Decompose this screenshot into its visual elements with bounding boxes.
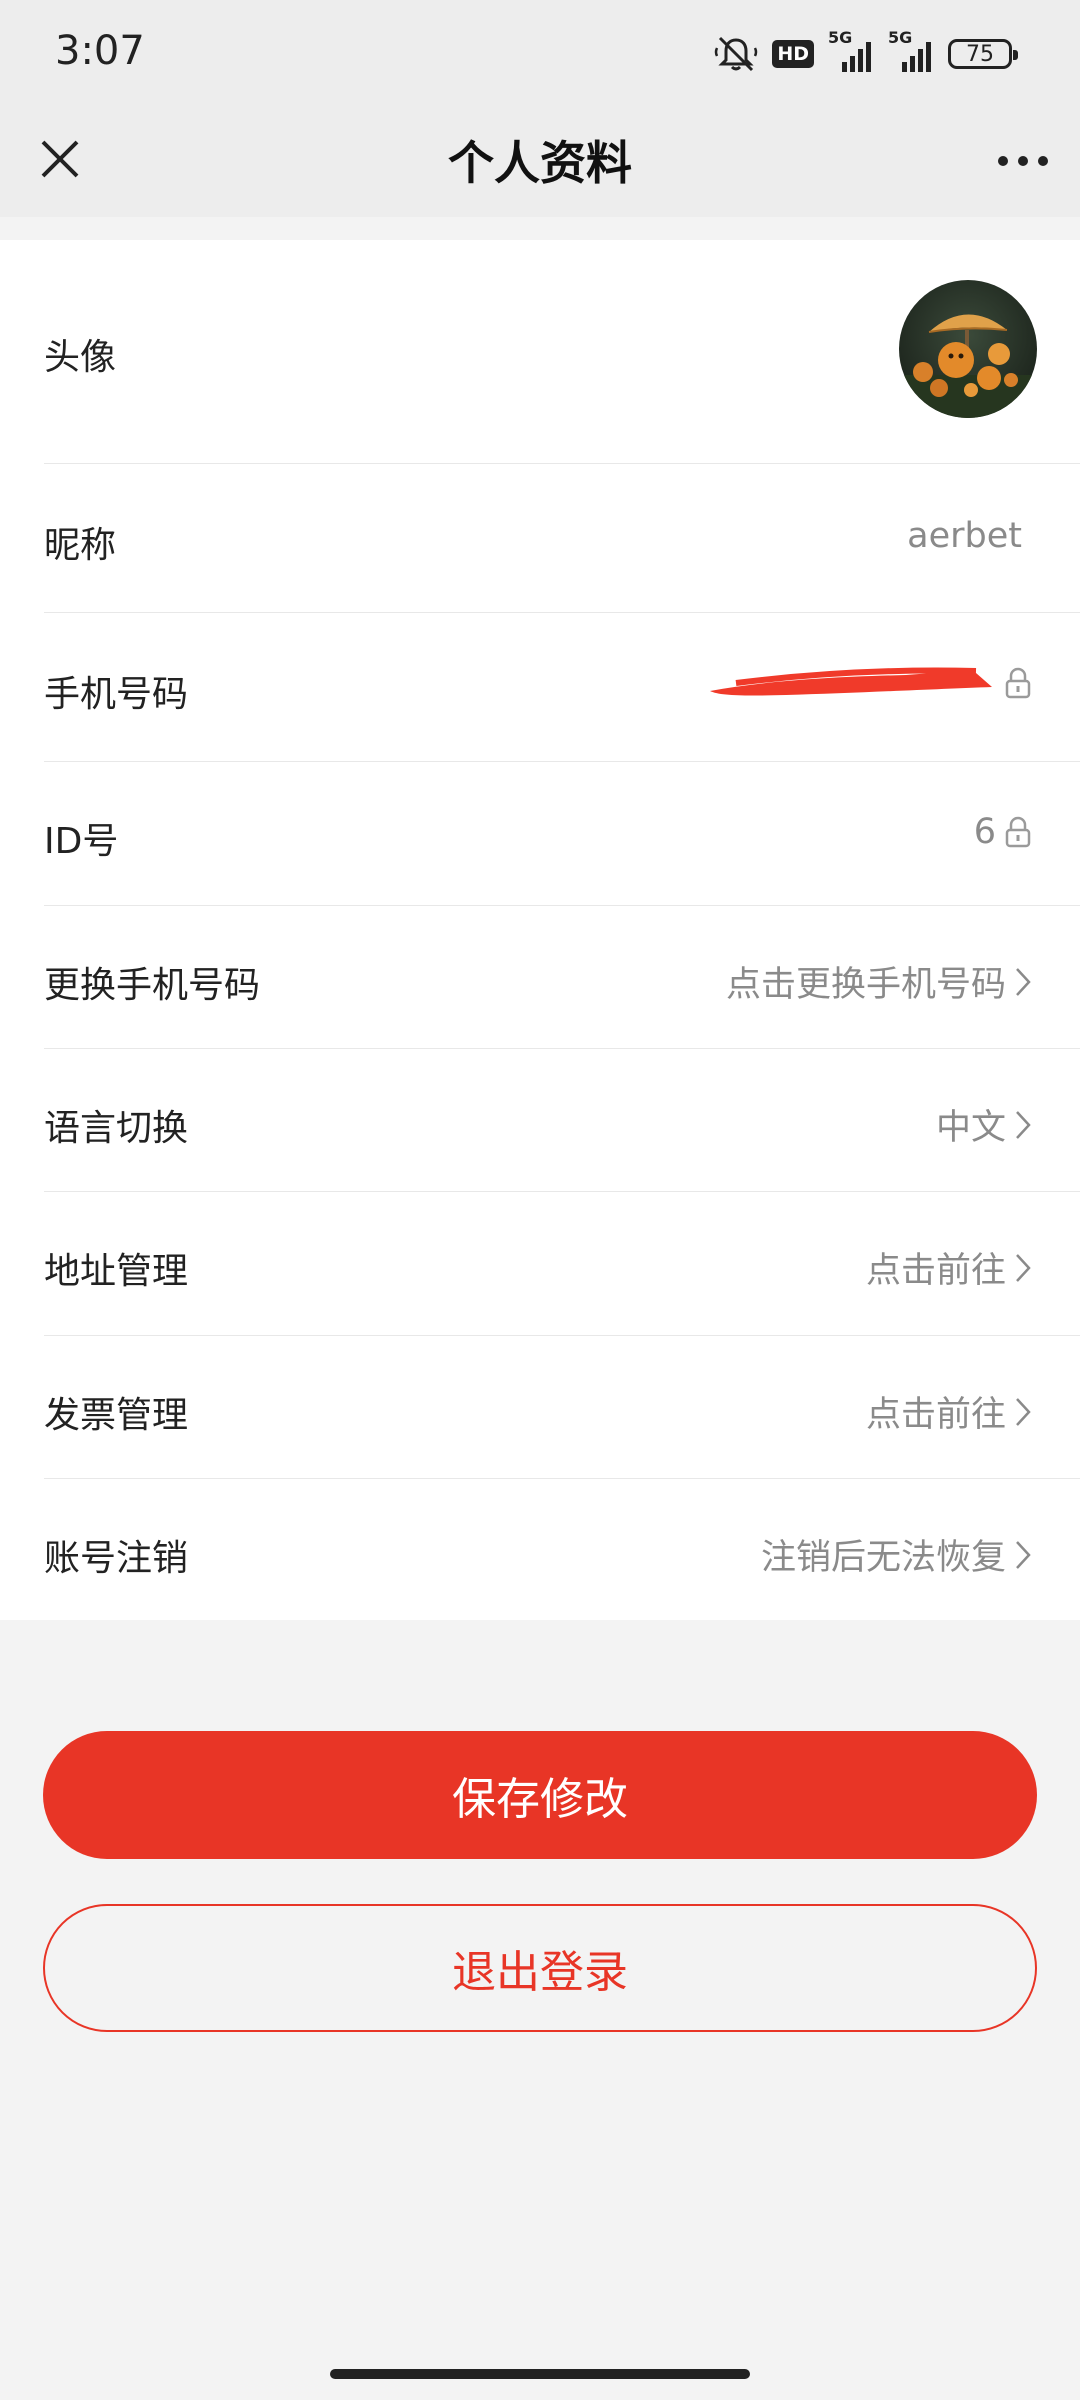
row-id: ID号 6 [44,762,1080,906]
chevron-right-icon [1014,1539,1032,1571]
avatar[interactable] [899,280,1037,418]
battery-icon: 75 [948,39,1018,69]
lock-icon [1004,667,1032,699]
row-phone-value-group [706,663,1032,703]
network-label-2: 5G [888,28,913,47]
change-phone-value: 点击更换手机号码 [725,965,1006,1005]
row-phone-label: 手机号码 [44,674,189,715]
mute-icon [714,34,758,74]
chevron-right-icon [1014,1109,1032,1141]
row-language[interactable]: 语言切换 中文 [44,1049,1080,1192]
profile-settings-list: 头像 昵称 aerbet 手机号码 ID号 6 更换手机号码 点击更换手机号码 … [0,240,1080,1620]
nickname-value: aerbet [907,516,1022,556]
row-language-value-group: 中文 [936,1099,1032,1150]
row-nickname[interactable]: 昵称 aerbet [44,464,1080,613]
hd-label: HD [772,40,814,68]
lock-icon [1004,816,1032,848]
row-invoice[interactable]: 发票管理 点击前往 [44,1336,1080,1479]
page-title: 个人资料 [448,136,632,190]
row-id-value-group: 6 [974,812,1032,852]
id-value: 6 [973,812,996,852]
language-value: 中文 [935,1108,1006,1148]
address-value: 点击前往 [865,1251,1006,1291]
status-icons: HD 5G 5G 75 [714,28,1018,76]
logout-button[interactable]: 退出登录 [43,1904,1037,2032]
signal-icon: 5G [888,28,934,74]
row-address-value-group: 点击前往 [866,1242,1032,1293]
nav-bar: 个人资料 [0,105,1080,217]
network-label-1: 5G [828,28,853,47]
save-button[interactable]: 保存修改 [43,1731,1037,1859]
invoice-value: 点击前往 [865,1395,1006,1435]
home-indicator[interactable] [330,2369,750,2379]
row-deactivate-label: 账号注销 [44,1538,189,1579]
chevron-right-icon [1014,1396,1032,1428]
more-icon [997,152,1049,171]
battery-level: 75 [966,41,994,67]
phone-value-redacted [706,663,996,703]
row-language-label: 语言切换 [44,1108,189,1149]
row-avatar[interactable]: 头像 [44,240,1080,464]
row-change-phone-value-group: 点击更换手机号码 [726,956,1032,1007]
row-id-label: ID号 [44,821,119,862]
row-invoice-value-group: 点击前往 [866,1386,1032,1437]
chevron-right-icon [1014,966,1032,998]
row-change-phone-label: 更换手机号码 [44,965,261,1006]
hd-icon: HD [772,40,814,68]
status-time: 3:07 [55,28,145,74]
status-bar: 3:07 HD 5G 5G 75 [0,0,1080,105]
row-change-phone[interactable]: 更换手机号码 点击更换手机号码 [44,906,1080,1049]
row-invoice-label: 发票管理 [44,1395,189,1436]
row-address-label: 地址管理 [44,1251,189,1292]
row-nickname-value-group: aerbet [907,516,1022,556]
signal-icon: 5G [828,28,874,74]
row-address[interactable]: 地址管理 点击前往 [44,1192,1080,1336]
row-avatar-label: 头像 [44,337,117,378]
row-phone: 手机号码 [44,613,1080,762]
more-button[interactable] [988,131,1058,191]
row-deactivate-account[interactable]: 账号注销 注销后无法恢复 [44,1479,1080,1620]
deactivate-value: 注销后无法恢复 [760,1538,1006,1578]
row-deactivate-value-group: 注销后无法恢复 [761,1529,1032,1580]
row-nickname-label: 昵称 [44,525,117,566]
chevron-right-icon [1014,1252,1032,1284]
